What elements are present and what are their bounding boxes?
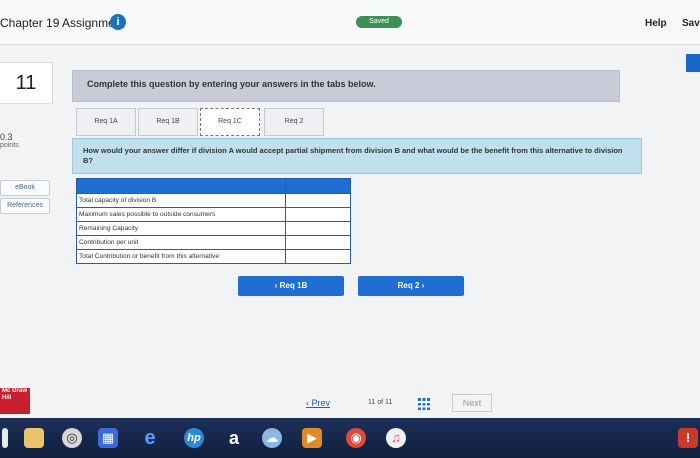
table-header-row (76, 178, 351, 194)
tab-req-2[interactable]: Req 2 (264, 108, 324, 136)
question-prompt-box: How would your answer differ if division… (72, 138, 642, 174)
prev-question-link[interactable]: ‹ Prev (306, 398, 330, 408)
row-label: Total capacity of division B (76, 193, 286, 208)
question-prompt: How would your answer differ if division… (83, 146, 623, 165)
table-row: Contribution per unit (76, 235, 351, 250)
chrome-icon[interactable]: ◉ (346, 428, 366, 448)
store-icon[interactable]: ▦ (98, 428, 118, 448)
answer-input[interactable] (285, 193, 351, 208)
prev-req-button[interactable]: ‹ Req 1B (238, 276, 344, 296)
row-label: Total Contribution or benefit from this … (76, 249, 286, 264)
references-button[interactable]: References (0, 198, 50, 214)
edge-icon[interactable]: e (140, 428, 160, 448)
amazon-icon[interactable]: a (224, 428, 244, 448)
answer-input[interactable] (285, 249, 351, 264)
row-label: Contribution per unit (76, 235, 286, 250)
ebook-button[interactable]: eBook (0, 180, 50, 196)
chrome-icon[interactable]: ◎ (62, 428, 82, 448)
answer-input[interactable] (285, 235, 351, 250)
taskbar: ◎ ▦ e hp a ☁ ▶ ◉ ♫ ! (0, 418, 700, 458)
table-row: Remaining Capacity (76, 221, 351, 236)
answer-input[interactable] (285, 221, 351, 236)
tab-req-1c[interactable]: Req 1C (200, 108, 260, 136)
help-link[interactable]: Help (645, 18, 667, 29)
row-label: Maximum sales possible to outside consum… (76, 207, 286, 222)
itunes-icon[interactable]: ♫ (386, 428, 406, 448)
next-req-button[interactable]: Req 2 › (358, 276, 464, 296)
points-label: points (0, 142, 19, 149)
table-header-value (285, 178, 351, 194)
weather-icon[interactable]: ☁ (262, 428, 282, 448)
top-bar: Chapter 19 Assignment i Saved Help Save (0, 0, 700, 45)
next-question-button[interactable]: Next (452, 394, 492, 412)
table-row: Total capacity of division B (76, 193, 351, 208)
saved-status-badge: Saved (356, 16, 402, 28)
row-label: Remaining Capacity (76, 221, 286, 236)
instructions-banner: Complete this question by entering your … (72, 70, 620, 102)
question-grid-icon[interactable] (418, 398, 430, 410)
question-number: 11 (0, 62, 53, 104)
hp-icon[interactable]: hp (184, 428, 204, 448)
publisher-logo: Mc Graw Hill (0, 388, 30, 414)
file-explorer-icon[interactable] (24, 428, 44, 448)
side-panel-tab[interactable] (686, 54, 700, 72)
instructions-text: Complete this question by entering your … (87, 79, 376, 89)
tab-req-1b[interactable]: Req 1B (138, 108, 198, 136)
table-row: Maximum sales possible to outside consum… (76, 207, 351, 222)
media-icon[interactable]: ▶ (302, 428, 322, 448)
points-value: 0.3 (0, 132, 13, 142)
tab-req-1a[interactable]: Req 1A (76, 108, 136, 136)
answer-input[interactable] (285, 207, 351, 222)
assignment-title: Chapter 19 Assignment (0, 16, 125, 30)
table-header-label (76, 178, 286, 194)
save-exit-link[interactable]: Save (682, 18, 700, 29)
start-icon[interactable] (2, 428, 8, 448)
notification-icon[interactable]: ! (678, 428, 698, 448)
table-row: Total Contribution or benefit from this … (76, 249, 351, 264)
info-icon[interactable]: i (110, 14, 126, 30)
page-counter: 11 of 11 (368, 399, 393, 406)
answer-table: Total capacity of division B Maximum sal… (76, 178, 351, 264)
